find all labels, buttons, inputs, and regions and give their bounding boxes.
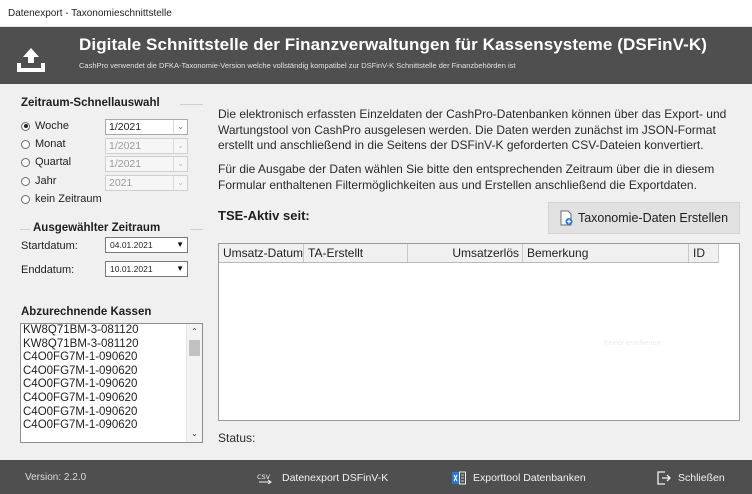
radio-indicator (21, 176, 30, 186)
dropdown-arrow-icon: ▼ (176, 240, 184, 249)
data-grid[interactable]: Umsatz-Datum TA-Erstellt Umsatzerlös Bem… (218, 243, 740, 421)
create-taxonomy-button[interactable]: Taxonomie-Daten Erstellen (548, 202, 740, 234)
csv-export-icon: CSV (257, 472, 275, 484)
header-title: Digitale Schnittstelle der Finanzverwalt… (79, 35, 708, 54)
column-header-id[interactable]: ID (689, 244, 719, 262)
radio-label: kein Zeitraum (35, 193, 102, 205)
radio-indicator (21, 139, 30, 149)
radio-label: Monat (35, 138, 66, 150)
version-label: Version: 2.2.0 (25, 472, 87, 483)
group-divider (190, 229, 203, 230)
end-date-picker[interactable]: 10.01.2021 ▼ (105, 261, 188, 277)
column-header-umsatz-datum[interactable]: Umsatz-Datum (219, 244, 304, 262)
info-paragraph-2: Für die Ausgabe der Daten wählen Sie bit… (218, 162, 715, 192)
radio-quartal[interactable]: Quartal (21, 154, 71, 170)
scroll-thumb[interactable] (189, 340, 200, 356)
period-group-label: Ausgewählter Zeitraum (33, 222, 161, 234)
chevron-down-icon: ⌄ (173, 157, 187, 171)
chevron-down-icon: ⌄ (173, 120, 187, 134)
exit-icon (657, 471, 671, 485)
radio-indicator (21, 121, 30, 131)
woche-select-value: 1/2021 (109, 121, 142, 133)
footer-bar: Version: 2.2.0 CSV Datenexport DSFinV-K … (0, 460, 752, 494)
list-item[interactable]: C4O0FG7M-1-090620 (21, 378, 202, 392)
start-date-label: Startdatum: (21, 240, 78, 252)
window-title: Datenexport - Taxonomieschnittstelle (8, 8, 172, 19)
list-item[interactable]: KW8Q71BM-3-081120 (21, 338, 202, 352)
status-label: Status: (218, 431, 256, 445)
tse-active-label: TSE-Aktiv seit: (218, 208, 310, 223)
registers-label: Abzurechnende Kassen (21, 306, 152, 318)
column-header-umsatzerloes[interactable]: Umsatzerlös (408, 244, 523, 262)
group-divider (180, 104, 203, 105)
datenexport-label: Datenexport DSFinV-K (282, 472, 389, 484)
list-item[interactable]: C4O0FG7M-1-090620 (21, 365, 202, 379)
radio-kein-zeitraum[interactable]: kein Zeitraum (21, 191, 102, 207)
document-add-icon (560, 210, 573, 226)
quick-select-group-label: Zeitraum-Schnellauswahl (21, 97, 160, 109)
quartal-select: 1/2021 ⌄ (105, 156, 188, 172)
scroll-up-icon[interactable]: ⌃ (187, 325, 202, 339)
quartal-select-value: 1/2021 (109, 158, 142, 170)
start-date-picker[interactable]: 04.01.2021 ▼ (105, 237, 188, 253)
header-subtitle: CashPro verwendet die DFKA-Taxonomie-Ver… (79, 61, 516, 70)
datenexport-dsfinvk-button[interactable]: CSV Datenexport DSFinV-K (257, 470, 388, 486)
info-paragraph-1: Die elektronisch erfassten Einzeldaten d… (218, 107, 727, 152)
grid-header: Umsatz-Datum TA-Erstellt Umsatzerlös Bem… (219, 244, 719, 263)
grid-empty-watermark: Keiner erschienen (604, 340, 661, 347)
dropdown-arrow-icon: ▼ (176, 264, 184, 273)
close-label: Schließen (678, 472, 725, 484)
exporttool-datenbanken-button[interactable]: Exporttool Datenbanken (452, 470, 586, 486)
radio-label: Quartal (35, 156, 72, 168)
list-item[interactable]: C4O0FG7M-1-090620 (21, 406, 202, 420)
jahr-select: 2021 ⌄ (105, 175, 188, 191)
radio-indicator (21, 157, 30, 167)
list-item[interactable]: C4O0FG7M-1-090620 (21, 351, 202, 365)
radio-label: Woche (35, 120, 70, 132)
radio-woche[interactable]: Woche (21, 118, 69, 134)
end-date-label: Enddatum: (21, 264, 75, 276)
header-banner: Digitale Schnittstelle der Finanzverwalt… (0, 27, 752, 84)
list-item[interactable]: KW8Q71BM-3-081120 (21, 324, 202, 338)
upload-tray-icon (17, 48, 45, 72)
monat-select: 1/2021 ⌄ (105, 138, 188, 154)
main-panel: Zeitraum-Schnellauswahl Woche 1/2021 ⌄ M… (0, 84, 752, 460)
column-header-bemerkung[interactable]: Bemerkung (523, 244, 689, 262)
close-button[interactable]: Schließen (657, 470, 725, 486)
woche-select[interactable]: 1/2021 ⌄ (105, 119, 188, 135)
radio-monat[interactable]: Monat (21, 136, 66, 152)
database-export-icon (452, 471, 466, 485)
svg-text:CSV: CSV (257, 473, 271, 481)
chevron-down-icon: ⌄ (173, 139, 187, 153)
chevron-down-icon: ⌄ (173, 176, 187, 190)
list-item[interactable]: C4O0FG7M-1-090620 (21, 392, 202, 406)
column-header-ta-erstellt[interactable]: TA-Erstellt (304, 244, 408, 262)
radio-jahr[interactable]: Jahr (21, 173, 56, 189)
registers-listbox[interactable]: KW8Q71BM-3-081120 KW8Q71BM-3-081120 C4O0… (20, 323, 203, 443)
monat-select-value: 1/2021 (109, 140, 142, 152)
group-divider (20, 229, 30, 230)
jahr-select-value: 2021 (109, 177, 133, 189)
scroll-down-icon[interactable]: ⌄ (187, 427, 202, 441)
end-date-value: 10.01.2021 (110, 264, 153, 274)
exporttool-label: Exporttool Datenbanken (473, 472, 586, 484)
start-date-value: 04.01.2021 (110, 240, 153, 250)
radio-label: Jahr (35, 175, 57, 187)
list-item[interactable]: C4O0FG7M-1-090620 (21, 419, 202, 433)
window-titlebar: Datenexport - Taxonomieschnittstelle (0, 0, 752, 27)
radio-indicator (21, 194, 30, 204)
create-taxonomy-label: Taxonomie-Daten Erstellen (577, 211, 729, 225)
listbox-scrollbar[interactable]: ⌃ ⌄ (186, 324, 202, 442)
